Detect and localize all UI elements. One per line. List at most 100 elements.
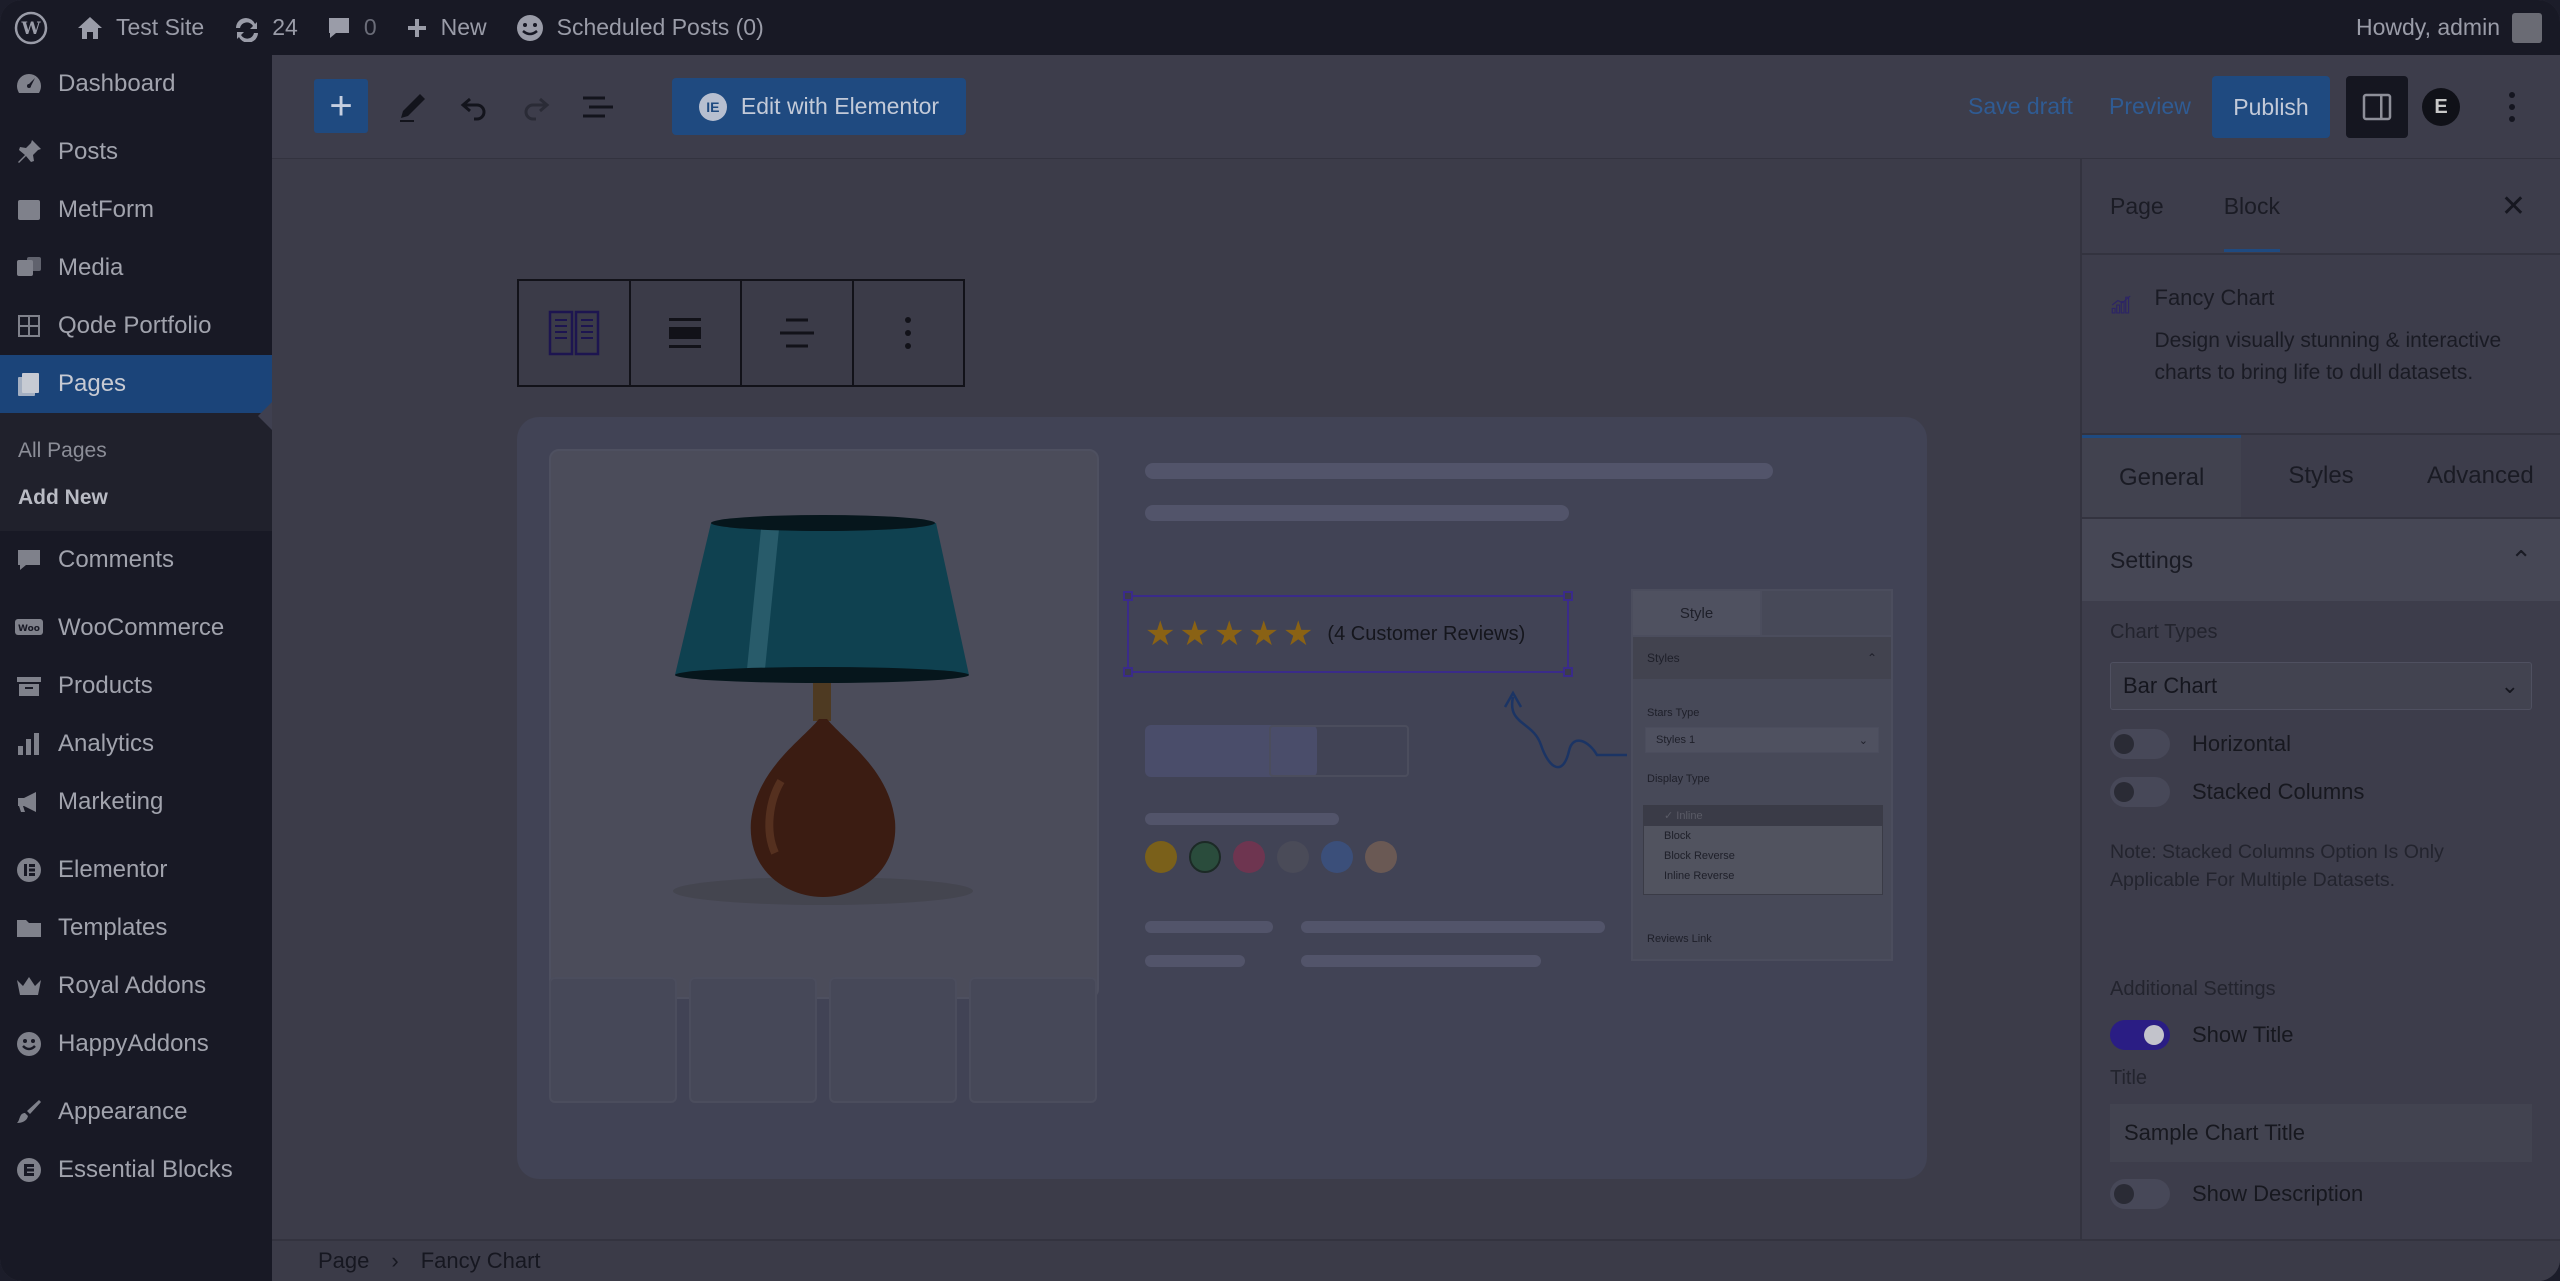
stacked-columns-toggle[interactable] bbox=[2110, 777, 2170, 807]
updates-link[interactable]: 24 bbox=[218, 0, 312, 55]
breadcrumb-root[interactable]: Page bbox=[318, 1248, 369, 1274]
eb-icon bbox=[14, 1155, 44, 1185]
sidebar-item-label: Templates bbox=[58, 914, 168, 941]
block-type-button[interactable] bbox=[519, 281, 631, 385]
block-editor: + IE Edit with Elementor Save draft Prev… bbox=[272, 55, 2560, 1281]
wordpress-icon: W bbox=[14, 11, 48, 44]
chart-title-input[interactable]: Sample Chart Title bbox=[2110, 1104, 2532, 1162]
sidebar-item-elementor[interactable]: Elementor bbox=[0, 841, 272, 899]
sidebar-item-dashboard[interactable]: Dashboard bbox=[0, 55, 272, 113]
block-settings-panel: Page Block ✕ Fancy Chart Design visually… bbox=[2080, 159, 2560, 1239]
tab-page[interactable]: Page bbox=[2110, 193, 2164, 220]
comment-icon bbox=[14, 545, 44, 575]
form-icon bbox=[14, 195, 44, 225]
sidebar-item-label: Royal Addons bbox=[58, 972, 207, 999]
edit-with-elementor-button[interactable]: IE Edit with Elementor bbox=[672, 78, 966, 135]
resize-handle[interactable] bbox=[1123, 591, 1133, 601]
close-icon[interactable]: ✕ bbox=[2501, 189, 2526, 224]
tab-advanced[interactable]: Advanced bbox=[2401, 435, 2560, 517]
sidebar-item-pages[interactable]: Pages bbox=[0, 355, 272, 413]
meta-skeleton bbox=[1145, 921, 1273, 933]
sidebar-item-happyaddons[interactable]: HappyAddons bbox=[0, 1015, 272, 1073]
sidebar-item-royal-addons[interactable]: Royal Addons bbox=[0, 957, 272, 1015]
block-title: Fancy Chart bbox=[2154, 285, 2275, 310]
thumbnail bbox=[829, 977, 957, 1103]
sidebar-item-woocommerce[interactable]: Woo WooCommerce bbox=[0, 599, 272, 657]
stacked-note: Note: Stacked Columns Option Is Only App… bbox=[2110, 841, 2444, 891]
title-skeleton bbox=[1145, 463, 1773, 479]
settings-section-header[interactable]: Settings ⌃ bbox=[2082, 519, 2560, 601]
sidebar-item-templates[interactable]: Templates bbox=[0, 899, 272, 957]
block-options-button[interactable] bbox=[854, 281, 964, 385]
breadcrumb-current[interactable]: Fancy Chart bbox=[421, 1248, 541, 1274]
settings-toggle-button[interactable] bbox=[2346, 76, 2408, 138]
meta-skeleton bbox=[1301, 921, 1605, 933]
resize-handle[interactable] bbox=[1563, 667, 1573, 677]
options-menu-button[interactable] bbox=[2502, 85, 2522, 129]
star-rating-block[interactable]: ★ ★ ★ ★ ★ (4 Customer Reviews) bbox=[1123, 591, 1573, 677]
new-content-link[interactable]: New bbox=[391, 0, 501, 55]
sidebar-item-analytics[interactable]: Analytics bbox=[0, 715, 272, 773]
chevron-up-icon: ⌃ bbox=[1866, 651, 1877, 665]
sidebar-item-label: Analytics bbox=[58, 730, 155, 757]
tab-general[interactable]: General bbox=[2082, 435, 2242, 517]
vertical-dots-icon bbox=[2509, 92, 2515, 122]
chevron-up-icon: ⌃ bbox=[2510, 544, 2532, 575]
show-title-toggle[interactable] bbox=[2110, 1020, 2170, 1050]
sidebar-item-qode-portfolio[interactable]: Qode Portfolio bbox=[0, 297, 272, 355]
submenu-all-pages[interactable]: All Pages bbox=[0, 427, 272, 474]
document-overview-button[interactable] bbox=[576, 85, 620, 129]
reviews-link-label: Reviews Link bbox=[1647, 933, 1712, 945]
additional-settings-label: Additional Settings bbox=[2110, 978, 2276, 1000]
horizontal-toggle[interactable] bbox=[2110, 729, 2170, 759]
align-wide-button[interactable] bbox=[631, 281, 742, 385]
fancy-chart-preview-image[interactable]: ★ ★ ★ ★ ★ (4 Customer Reviews) Style Sty… bbox=[517, 417, 1927, 1179]
comment-icon bbox=[328, 17, 349, 38]
sidebar-item-comments[interactable]: Comments bbox=[0, 531, 272, 589]
sidebar-item-metform[interactable]: MetForm bbox=[0, 181, 272, 239]
text-align-button[interactable] bbox=[742, 281, 854, 385]
archive-icon bbox=[14, 671, 44, 701]
sidebar-item-media[interactable]: Media bbox=[0, 239, 272, 297]
sidebar-item-products[interactable]: Products bbox=[0, 657, 272, 715]
editor-canvas: ★ ★ ★ ★ ★ (4 Customer Reviews) Style Sty… bbox=[272, 159, 2080, 1239]
sidebar-item-label: Pages bbox=[58, 370, 127, 397]
sidebar-item-appearance[interactable]: Appearance bbox=[0, 1083, 272, 1141]
stars-type-label: Stars Type bbox=[1647, 707, 1700, 719]
thumbnail bbox=[689, 977, 817, 1103]
tab-block[interactable]: Block bbox=[2223, 161, 2280, 252]
arrow-doodle bbox=[1503, 690, 1627, 769]
tools-button[interactable] bbox=[390, 85, 434, 129]
publish-button[interactable]: Publish bbox=[2212, 76, 2330, 138]
tab-styles[interactable]: Styles bbox=[2241, 435, 2400, 517]
eb-icon: E bbox=[2434, 95, 2448, 118]
account-menu[interactable]: Howdy, admin bbox=[2356, 12, 2560, 43]
submenu-add-new[interactable]: Add New bbox=[0, 474, 272, 521]
chevron-down-icon: ⌄ bbox=[2500, 673, 2519, 698]
option-inline: ✓ Inline bbox=[1644, 806, 1882, 826]
chart-type-select[interactable]: Bar Chart ⌄ bbox=[2110, 662, 2532, 710]
redo-button[interactable] bbox=[514, 85, 558, 129]
save-draft-button[interactable]: Save draft bbox=[1968, 93, 2073, 120]
add-block-button[interactable]: + bbox=[314, 79, 368, 133]
styles-section-title: Styles bbox=[1647, 651, 1680, 665]
sidebar-item-essential-blocks[interactable]: Essential Blocks bbox=[0, 1141, 272, 1199]
meta-skeleton bbox=[1145, 955, 1245, 967]
wordpress-logo-button[interactable]: W bbox=[0, 0, 62, 55]
stars-type-value: Styles 1 bbox=[1656, 734, 1696, 746]
preview-button[interactable]: Preview bbox=[2109, 93, 2191, 120]
styles-section-header: Styles ⌃ bbox=[1633, 637, 1891, 679]
essential-blocks-button[interactable]: E bbox=[2422, 88, 2460, 126]
resize-handle[interactable] bbox=[1123, 667, 1133, 677]
site-name-link[interactable]: Test Site bbox=[62, 0, 218, 55]
show-description-toggle[interactable] bbox=[2110, 1179, 2170, 1209]
sidebar-item-label: WooCommerce bbox=[58, 614, 225, 641]
resize-handle[interactable] bbox=[1563, 591, 1573, 601]
sidebar-item-marketing[interactable]: Marketing bbox=[0, 773, 272, 831]
undo-button[interactable] bbox=[452, 85, 496, 129]
thumbnail bbox=[969, 977, 1097, 1103]
star-icon: ★ bbox=[1282, 615, 1314, 653]
scheduled-posts-link[interactable]: Scheduled Posts (0) bbox=[501, 0, 778, 55]
sidebar-item-posts[interactable]: Posts bbox=[0, 123, 272, 181]
comments-link[interactable]: 0 bbox=[312, 0, 391, 55]
